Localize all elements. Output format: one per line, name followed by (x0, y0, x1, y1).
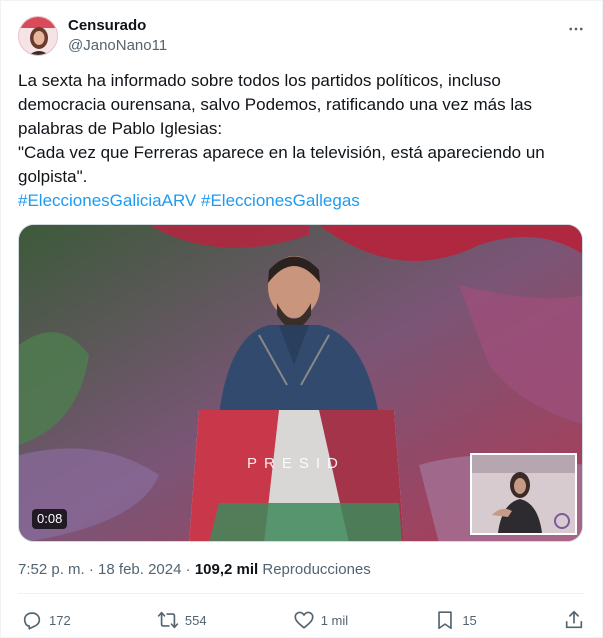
views-count: 109,2 mil (194, 561, 259, 578)
bookmark-count: 15 (462, 612, 477, 628)
repost-button[interactable]: 554 (157, 609, 207, 631)
interpreter-image (472, 455, 575, 533)
avatar-photo-icon (19, 17, 57, 55)
reply-icon (23, 612, 41, 630)
tweet-time[interactable]: 7:52 p. m. (18, 561, 85, 578)
video-player[interactable]: PRESID 0:08 (18, 224, 583, 542)
hashtags: #EleccionesGaliciaARV #EleccionesGallega… (18, 189, 578, 213)
share-button[interactable] (563, 609, 585, 631)
repost-icon (157, 611, 179, 629)
reply-button[interactable]: 172 (21, 609, 71, 631)
display-name[interactable]: Censurado (68, 16, 561, 36)
action-bar: 172 554 1 mil 15 (18, 603, 585, 637)
like-count: 1 mil (320, 612, 349, 628)
reply-count: 172 (49, 612, 71, 628)
repost-count: 554 (184, 612, 207, 628)
bookmark-button[interactable]: 15 (434, 609, 477, 631)
heart-icon (294, 611, 314, 629)
tweet-meta: 7:52 p. m. · 18 feb. 2024 · 109,2 mil Re… (18, 560, 371, 580)
author-names: Censurado @JanoNano11 (68, 16, 561, 56)
hashtag-link[interactable]: #EleccionesGallegas (201, 191, 360, 210)
like-button[interactable]: 1 mil (293, 609, 348, 631)
views-label: Reproducciones (262, 561, 371, 578)
avatar[interactable] (18, 16, 58, 56)
handle[interactable]: @JanoNano11 (68, 36, 561, 56)
video-duration: 0:08 (32, 509, 68, 529)
divider (18, 593, 585, 594)
meta-separator: · (88, 561, 94, 578)
more-button[interactable] (561, 14, 591, 44)
more-horizontal-icon (569, 27, 583, 31)
tweet-date[interactable]: 18 feb. 2024 (98, 561, 181, 578)
hashtag-link[interactable]: #EleccionesGaliciaARV (18, 191, 196, 210)
tweet-text: La sexta ha informado sobre todos los pa… (18, 69, 578, 213)
tweet-text-quote: "Cada vez que Ferreras aparece en la tel… (18, 143, 545, 186)
share-icon (565, 610, 583, 629)
meta-separator: · (185, 561, 191, 578)
podium-text: PRESID (247, 455, 345, 472)
sign-language-inset (470, 453, 577, 535)
bookmark-icon (438, 611, 453, 630)
tweet-card: Censurado @JanoNano11 La sexta ha inform… (0, 0, 603, 638)
tweet-header: Censurado @JanoNano11 (18, 14, 585, 58)
tweet-text-line: La sexta ha informado sobre todos los pa… (18, 71, 533, 138)
